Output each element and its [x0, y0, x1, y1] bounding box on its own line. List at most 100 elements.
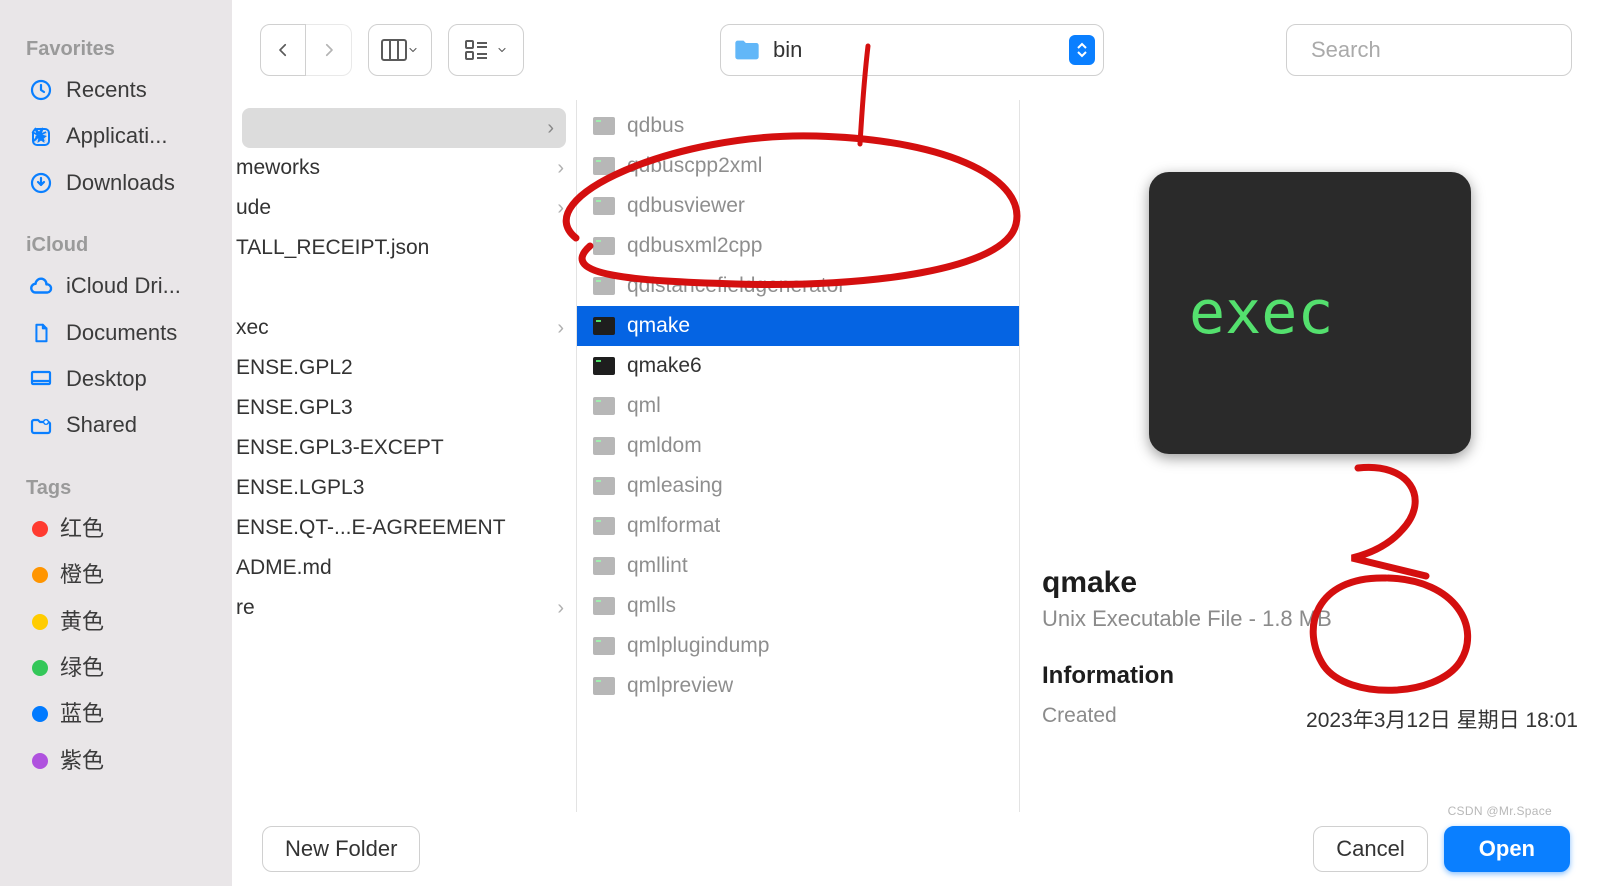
doc-icon: [28, 320, 54, 346]
tag-dot-icon: [32, 614, 48, 630]
sidebar-item-label: Desktop: [66, 366, 147, 392]
column-1[interactable]: › meworks› ude› TALL_RECEIPT.json xec› E…: [232, 100, 577, 812]
sidebar-item-label: iCloud Dri...: [66, 273, 181, 299]
list-item[interactable]: qmlls: [577, 586, 1019, 626]
sidebar-tag-orange[interactable]: 橙色: [0, 552, 232, 598]
group-button[interactable]: [448, 24, 524, 76]
list-item[interactable]: qdistancefieldgenerator: [577, 266, 1019, 306]
search-input[interactable]: [1311, 37, 1599, 63]
preview-title: qmake: [1042, 566, 1578, 600]
list-item[interactable]: ENSE.GPL2: [232, 348, 576, 388]
sidebar-item-label: Recents: [66, 77, 147, 103]
tag-dot-icon: [32, 567, 48, 583]
list-item[interactable]: ENSE.GPL3: [232, 388, 576, 428]
forward-button[interactable]: [306, 24, 352, 76]
sidebar-item-icloud-drive[interactable]: iCloud Dri...: [0, 263, 232, 309]
sidebar-item-label: 黄色: [60, 609, 104, 635]
nav-group: [260, 24, 352, 76]
list-item: [232, 268, 576, 308]
list-item[interactable]: qdbusxml2cpp: [577, 226, 1019, 266]
sidebar-item-label: Applicati...: [66, 123, 168, 149]
list-item[interactable]: ENSE.GPL3-EXCEPT: [232, 428, 576, 468]
list-item[interactable]: qmake6: [577, 346, 1019, 386]
tag-dot-icon: [32, 521, 48, 537]
chevron-right-icon: ›: [557, 317, 564, 340]
exec-file-icon: [591, 676, 617, 696]
list-item[interactable]: ENSE.QT-...E-AGREEMENT: [232, 508, 576, 548]
sidebar-section-tags: Tags: [0, 471, 232, 506]
sidebar-item-recents[interactable]: Recents: [0, 67, 232, 113]
exec-file-icon: [591, 156, 617, 176]
list-item[interactable]: qdbus: [577, 106, 1019, 146]
preview-created-label: Created: [1042, 704, 1117, 734]
sidebar-tag-green[interactable]: 绿色: [0, 645, 232, 691]
sidebar-item-label: 红色: [60, 516, 104, 542]
exec-file-icon: [591, 196, 617, 216]
main-panel: bin › meworks› ude› TALL_RECEIPT.json xe…: [232, 0, 1600, 886]
list-item[interactable]: ADME.md: [232, 548, 576, 588]
exec-file-icon: [591, 516, 617, 536]
sidebar-item-label: Downloads: [66, 170, 175, 196]
sidebar-tag-purple[interactable]: 紫色: [0, 738, 232, 784]
preview-thumb-label: exec: [1189, 278, 1334, 348]
list-item[interactable]: qdbuscpp2xml: [577, 146, 1019, 186]
sidebar-item-applications[interactable]: Applicati...: [0, 113, 232, 159]
preview-info-heading: Information: [1042, 662, 1578, 690]
list-item-selected[interactable]: qmake: [577, 306, 1019, 346]
folder-icon: [733, 38, 761, 62]
sidebar-item-label: 蓝色: [60, 701, 104, 727]
list-item[interactable]: qmlplugindump: [577, 626, 1019, 666]
sidebar-item-label: 紫色: [60, 748, 104, 774]
path-title: bin: [773, 37, 1057, 63]
open-button[interactable]: Open: [1444, 826, 1570, 872]
preview-thumb: exec: [1149, 172, 1471, 454]
column-2[interactable]: qdbus qdbuscpp2xml qdbusviewer qdbusxml2…: [577, 100, 1020, 812]
exec-file-icon: [591, 276, 617, 296]
tag-dot-icon: [32, 706, 48, 722]
exec-file-icon: [591, 236, 617, 256]
sidebar-item-label: Shared: [66, 412, 137, 438]
search-field[interactable]: [1286, 24, 1572, 76]
sidebar-item-desktop[interactable]: Desktop: [0, 356, 232, 402]
path-dropdown[interactable]: bin: [720, 24, 1104, 76]
toolbar: bin: [232, 0, 1600, 100]
list-item[interactable]: qmleasing: [577, 466, 1019, 506]
view-columns-button[interactable]: [368, 24, 432, 76]
sidebar-item-documents[interactable]: Documents: [0, 310, 232, 356]
sidebar-tag-yellow[interactable]: 黄色: [0, 599, 232, 645]
download-icon: [28, 170, 54, 196]
sidebar-section-icloud: iCloud: [0, 228, 232, 263]
footer: New Folder Cancel Open: [232, 812, 1600, 886]
list-item[interactable]: re›: [232, 588, 576, 628]
list-item[interactable]: qdbusviewer: [577, 186, 1019, 226]
list-item[interactable]: qmlformat: [577, 506, 1019, 546]
back-button[interactable]: [260, 24, 306, 76]
list-item[interactable]: xec›: [232, 308, 576, 348]
list-item[interactable]: ENSE.LGPL3: [232, 468, 576, 508]
sidebar-item-shared[interactable]: Shared: [0, 402, 232, 448]
chevron-right-icon: ›: [557, 197, 564, 220]
exec-file-icon: [591, 396, 617, 416]
sidebar: Favorites Recents Applicati... Downloads…: [0, 0, 232, 886]
sidebar-tag-blue[interactable]: 蓝色: [0, 691, 232, 737]
preview-created-row: Created 2023年3月12日 星期日 18:01: [1042, 704, 1578, 734]
list-item[interactable]: ›: [242, 108, 566, 148]
list-item[interactable]: qmllint: [577, 546, 1019, 586]
list-item[interactable]: TALL_RECEIPT.json: [232, 228, 576, 268]
list-item[interactable]: ude›: [232, 188, 576, 228]
app-icon: [28, 124, 54, 150]
sidebar-item-downloads[interactable]: Downloads: [0, 160, 232, 206]
exec-file-icon: [591, 556, 617, 576]
clock-icon: [28, 77, 54, 103]
preview-subtitle: Unix Executable File - 1.8 MB: [1042, 606, 1578, 632]
new-folder-button[interactable]: New Folder: [262, 826, 420, 872]
list-item[interactable]: qml: [577, 386, 1019, 426]
sidebar-tag-red[interactable]: 红色: [0, 506, 232, 552]
watermark: CSDN @Mr.Space: [1448, 804, 1552, 818]
list-item[interactable]: qmlpreview: [577, 666, 1019, 706]
chevron-right-icon: ›: [557, 597, 564, 620]
list-item[interactable]: meworks›: [232, 148, 576, 188]
list-item[interactable]: qmldom: [577, 426, 1019, 466]
desktop-icon: [28, 366, 54, 392]
cancel-button[interactable]: Cancel: [1313, 826, 1427, 872]
